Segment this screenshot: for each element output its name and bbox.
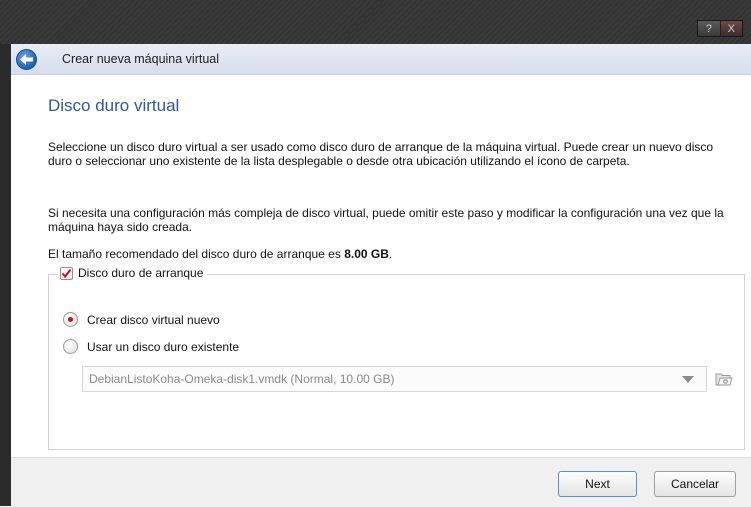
existing-disk-label: Usar un disco duro existente: [87, 339, 240, 354]
create-disk-radio[interactable]: [63, 312, 78, 327]
create-disk-label: Crear disco virtual nuevo: [87, 312, 220, 327]
existing-disk-value: DebianListoKoha-Omeka-disk1.vmdk (Normal…: [89, 372, 395, 386]
existing-disk-select[interactable]: DebianListoKoha-Omeka-disk1.vmdk (Normal…: [82, 366, 707, 392]
description-paragraph: Seleccione un disco duro virtual a ser u…: [48, 140, 714, 168]
existing-disk-option[interactable]: Usar un disco duro existente: [63, 339, 239, 354]
advanced-note-paragraph: Si necesita una configuración más comple…: [48, 206, 724, 234]
radio-selected-dot: [68, 317, 73, 322]
existing-disk-radio[interactable]: [63, 339, 78, 354]
next-button[interactable]: Next: [558, 471, 637, 497]
wizard-dialog: Crear nueva máquina virtual Disco duro v…: [11, 44, 751, 507]
boot-disk-label: Disco duro de arranque: [78, 266, 204, 280]
back-button[interactable]: [16, 49, 37, 70]
recommended-size-prefix: El tamaño recomendado del disco duro de …: [48, 247, 345, 261]
window-controls: ? X: [697, 20, 743, 37]
close-button[interactable]: X: [720, 21, 742, 36]
wizard-title: Crear nueva máquina virtual: [62, 52, 220, 66]
window-frame: ? X Crear nueva máquina virtual Disco du…: [0, 0, 751, 507]
recommended-size-suffix: .: [388, 247, 393, 261]
cancel-button[interactable]: Cancelar: [654, 471, 736, 497]
wizard-footer: Next Cancelar: [11, 457, 751, 507]
recommended-size-text: El tamaño recomendado del disco duro de …: [48, 247, 738, 261]
arrow-left-icon: [20, 54, 33, 65]
help-button[interactable]: ?: [698, 21, 721, 36]
window-titlebar: ? X: [0, 0, 751, 44]
dropdown-arrow-icon: [682, 376, 694, 383]
folder-icon: [715, 373, 733, 386]
recommended-size-value: 8.00 GB: [344, 247, 389, 261]
boot-disk-checkbox[interactable]: [60, 266, 73, 280]
page-title: Disco duro virtual: [48, 96, 180, 115]
wizard-header: Crear nueva máquina virtual: [11, 44, 751, 75]
create-disk-option[interactable]: Crear disco virtual nuevo: [63, 312, 220, 327]
boot-disk-checkbox-row[interactable]: Disco duro de arranque: [58, 266, 208, 280]
checkmark-icon: [61, 268, 72, 278]
boot-disk-group: Disco duro de arranque Crear disco virtu…: [48, 266, 745, 450]
choose-disk-file-button[interactable]: [714, 369, 734, 389]
